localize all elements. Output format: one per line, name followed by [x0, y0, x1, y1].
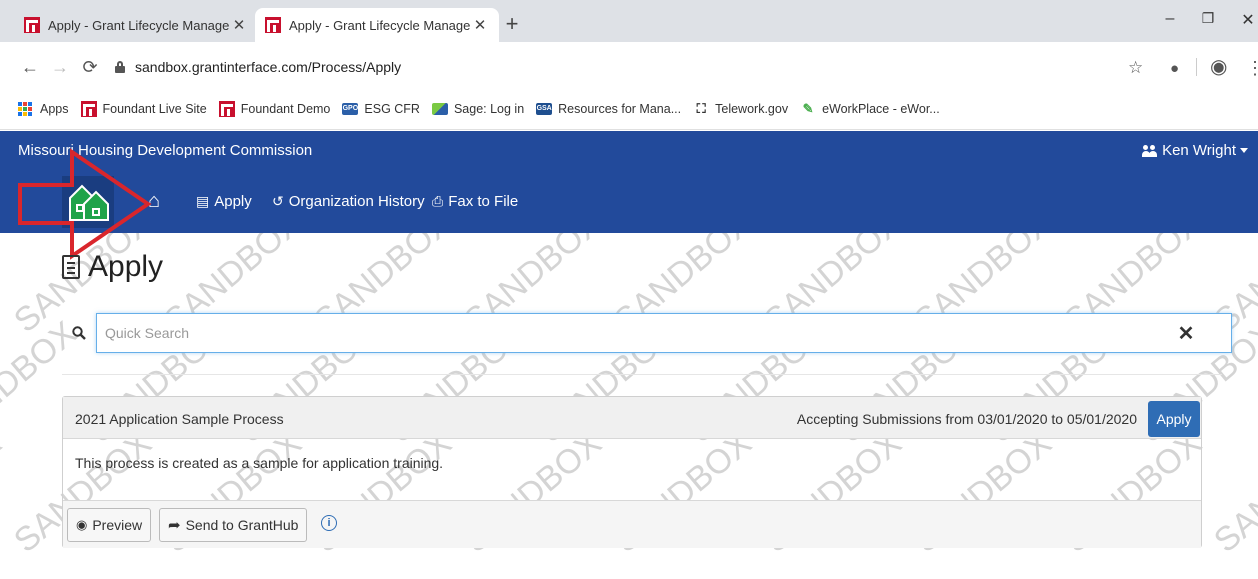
search-input[interactable]	[96, 313, 1232, 353]
eye-icon: ◉	[76, 517, 88, 532]
close-icon[interactable]: ✕	[471, 16, 489, 34]
menu-kebab-icon[interactable]: ⋮	[1246, 58, 1258, 79]
bookmark-foundant-demo[interactable]: Foundant Demo	[218, 100, 330, 117]
search-icon	[62, 313, 96, 353]
browser-tab[interactable]: Apply - Grant Lifecycle Manager ✕	[14, 8, 258, 42]
document-icon	[62, 255, 80, 279]
telework-icon: ⛶	[693, 102, 710, 115]
watermark-text: SANDBOX	[1206, 424, 1258, 561]
chevron-down-icon	[1240, 148, 1248, 153]
org-header: Missouri Housing Development Commission …	[0, 131, 1258, 171]
mhdc-logo[interactable]	[62, 176, 114, 228]
bookmark-star-icon[interactable]: ☆	[1128, 58, 1143, 78]
page-title: Apply	[62, 250, 163, 284]
bookmark-telework[interactable]: ⛶ Telework.gov	[693, 102, 788, 116]
process-card-footer: ◉ Preview ➦ Send to GrantHub i	[63, 500, 1201, 548]
user-name: Ken Wright	[1162, 142, 1236, 159]
bookmark-resources[interactable]: GSA Resources for Mana...	[536, 102, 681, 116]
foundant-icon	[218, 100, 235, 117]
nav-apply[interactable]: ▤ Apply	[196, 193, 252, 210]
history-icon: ↺	[272, 193, 284, 209]
process-card-header: 2021 Application Sample Process Acceptin…	[63, 397, 1201, 439]
browser-tab-active[interactable]: Apply - Grant Lifecycle Manager ✕	[255, 8, 499, 42]
new-tab-button[interactable]: +	[500, 12, 524, 36]
tab-title: Apply - Grant Lifecycle Manager	[289, 17, 471, 33]
gpo-icon: GPO	[342, 102, 359, 115]
bookmark-foundant-live[interactable]: Foundant Live Site	[80, 100, 207, 117]
bookmark-esg-cfr[interactable]: GPO ESG CFR	[342, 102, 420, 116]
bookmark-eworkplace[interactable]: ✎ eWorkPlace - eWor...	[800, 102, 940, 116]
main-nav	[0, 171, 1258, 233]
process-description: This process is created as a sample for …	[75, 455, 444, 471]
divider	[62, 374, 1222, 375]
nav-fax-to-file[interactable]: ⎙ Fax to File	[432, 193, 518, 210]
fax-icon: ⎙	[432, 193, 444, 209]
back-button[interactable]: ←	[20, 57, 40, 77]
watermark-text: SANDBOX	[0, 424, 9, 561]
foundant-icon	[24, 17, 40, 33]
close-icon[interactable]: ✕	[230, 16, 248, 34]
home-nav-link[interactable]: ⌂	[148, 190, 160, 213]
submission-dates: Accepting Submissions from 03/01/2020 to…	[796, 411, 1137, 427]
eworkplace-icon: ✎	[800, 102, 817, 115]
minimize-button[interactable]: –	[1160, 10, 1180, 28]
watermark-text: SANDBOX	[0, 233, 9, 341]
tab-title: Apply - Grant Lifecycle Manager	[48, 17, 230, 33]
document-icon: ▤	[196, 193, 210, 209]
bookmark-sage[interactable]: Sage: Log in	[431, 102, 524, 116]
clear-search-button[interactable]: ✕	[1170, 313, 1202, 353]
house-logo-icon	[69, 184, 109, 221]
close-window-button[interactable]: ✕	[1238, 10, 1258, 30]
apply-button[interactable]: Apply	[1148, 401, 1200, 437]
foundant-icon	[80, 100, 97, 117]
process-card: 2021 Application Sample Process Acceptin…	[62, 396, 1202, 548]
url-text: sandbox.grantinterface.com/Process/Apply	[135, 59, 402, 75]
foundant-icon	[265, 17, 281, 33]
address-bar[interactable]: sandbox.grantinterface.com/Process/Apply	[115, 53, 401, 81]
share-arrow-icon: ➦	[168, 517, 181, 534]
reload-button[interactable]: ⟳	[80, 57, 100, 77]
extension-icon[interactable]: ●	[1170, 60, 1179, 77]
lock-icon	[115, 61, 125, 73]
maximize-button[interactable]: ❐	[1198, 10, 1218, 27]
process-title: 2021 Application Sample Process	[75, 411, 284, 427]
user-menu[interactable]: Ken Wright	[1142, 142, 1248, 159]
nav-organization-history[interactable]: ↺ Organization History	[272, 193, 425, 210]
gsa-icon: GSA	[536, 102, 553, 115]
users-icon	[1142, 144, 1158, 157]
bookmarks-bar: Apps Foundant Live Site Foundant Demo GP…	[0, 88, 1258, 130]
toolbar-divider	[1196, 58, 1197, 76]
bookmark-apps[interactable]: Apps	[18, 101, 69, 116]
home-icon: ⌂	[148, 190, 161, 212]
org-name: Missouri Housing Development Commission	[18, 142, 313, 159]
apps-grid-icon	[18, 101, 32, 116]
info-icon[interactable]: i	[321, 515, 337, 531]
profile-icon[interactable]: ◉	[1210, 54, 1227, 79]
preview-button[interactable]: ◉ Preview	[67, 508, 152, 542]
send-to-granthub-button[interactable]: ➦ Send to GrantHub	[159, 508, 308, 542]
forward-button[interactable]: →	[50, 57, 70, 77]
quick-search: ✕	[62, 313, 1232, 353]
sage-icon	[431, 102, 448, 115]
